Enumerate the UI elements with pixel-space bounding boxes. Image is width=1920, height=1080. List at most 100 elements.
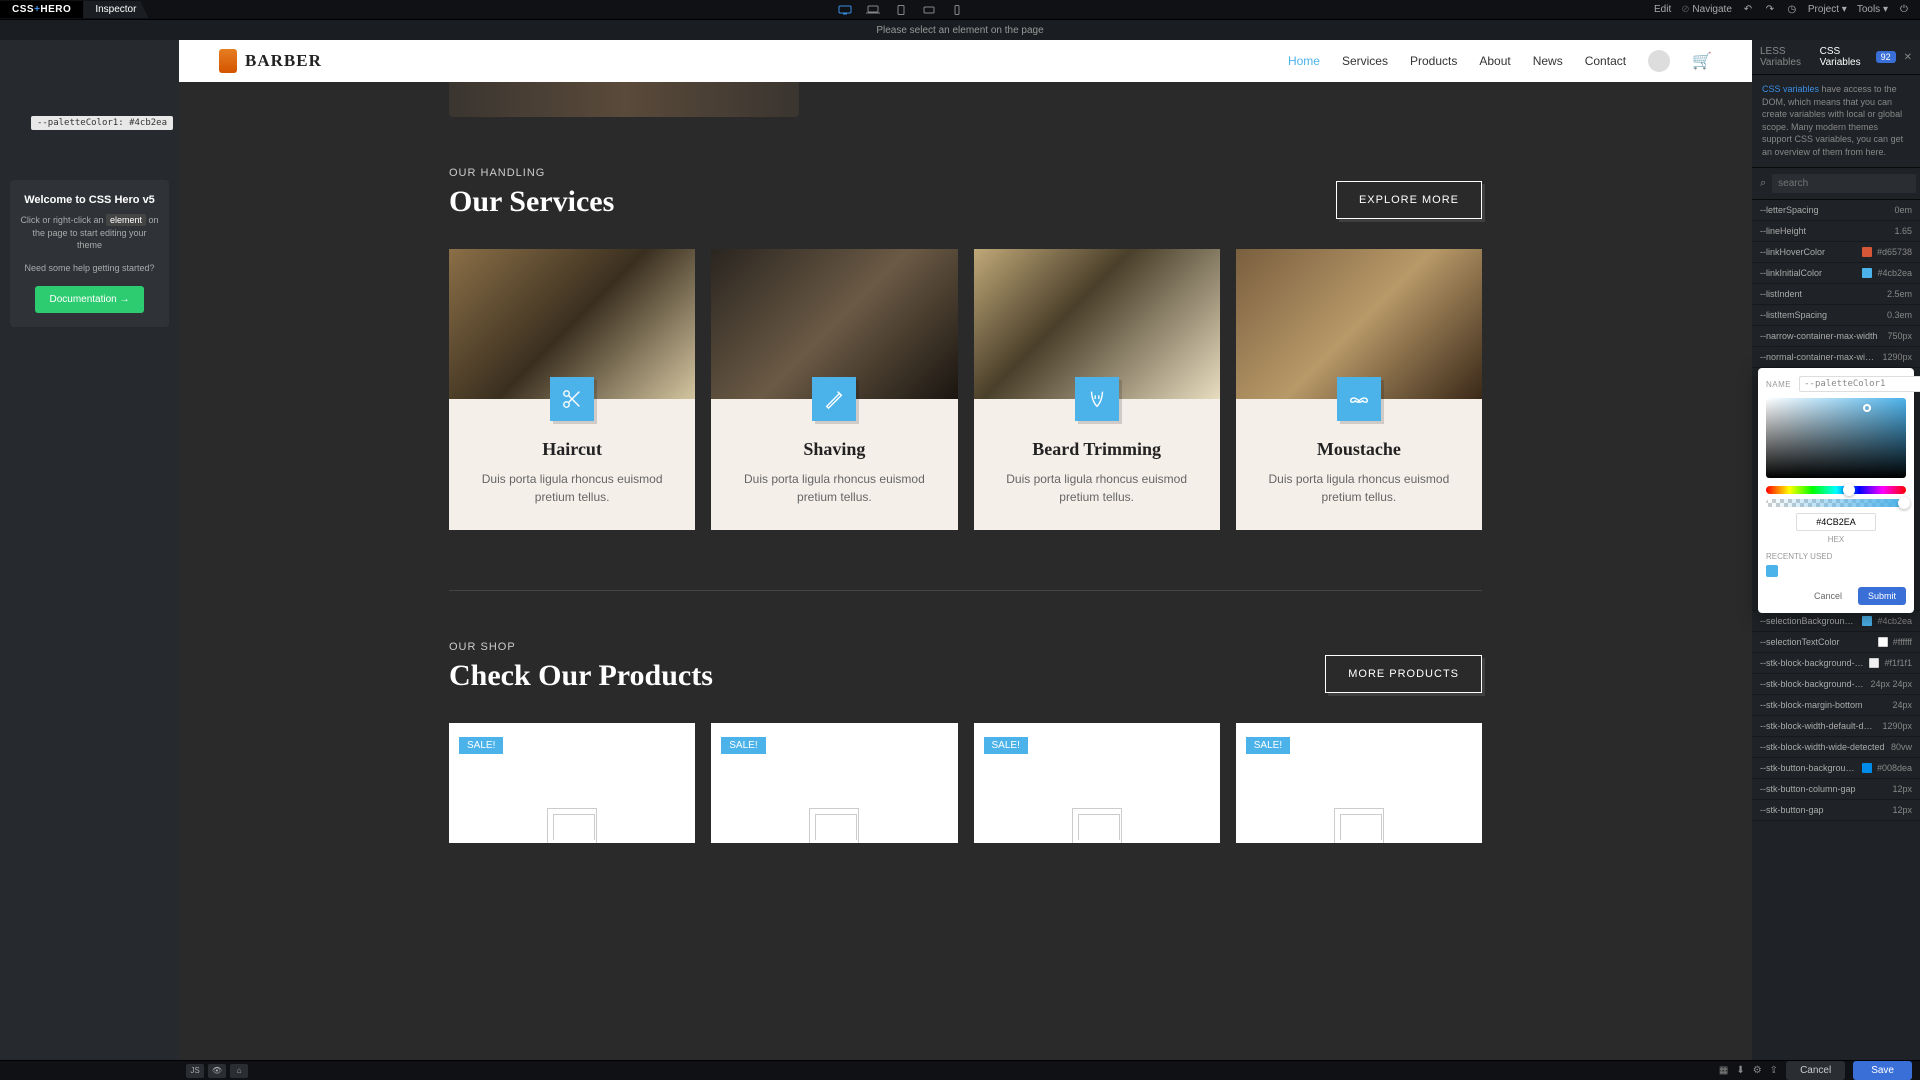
service-card[interactable]: ShavingDuis porta ligula rhoncus euismod…: [711, 249, 957, 530]
service-title: Beard Trimming: [990, 439, 1204, 460]
cancel-button[interactable]: Cancel: [1786, 1061, 1845, 1080]
variables-list[interactable]: --letterSpacing0em --lineHeight1.65 --li…: [1752, 200, 1920, 1060]
js-button[interactable]: JS: [186, 1064, 204, 1078]
services-title: Our Services: [449, 185, 614, 219]
save-button[interactable]: Save: [1853, 1061, 1912, 1080]
welcome-card: Welcome to CSS Hero v5 Click or right-cl…: [10, 180, 169, 327]
variable-row[interactable]: --listItemSpacing0.3em: [1752, 305, 1920, 326]
explore-more-button[interactable]: EXPLORE MORE: [1336, 181, 1482, 219]
placeholder-icon: [1334, 808, 1384, 843]
site-header: BARBER Home Services Products About News…: [179, 40, 1752, 82]
variable-row[interactable]: --letterSpacing0em: [1752, 200, 1920, 221]
device-desktop-icon[interactable]: [837, 4, 853, 16]
color-swatch: [1862, 268, 1872, 278]
hue-handle[interactable]: [1843, 484, 1855, 496]
app-logo[interactable]: CSS+HERO: [0, 1, 83, 18]
product-card[interactable]: SALE!: [974, 723, 1220, 843]
tab-less-variables[interactable]: LESS Variables: [1760, 46, 1812, 68]
variable-row[interactable]: --lineHeight1.65: [1752, 221, 1920, 242]
home-icon[interactable]: ⌂: [230, 1064, 248, 1078]
variable-row[interactable]: --linkHoverColor#d65738: [1752, 242, 1920, 263]
layout-icon[interactable]: ▦: [1719, 1065, 1728, 1076]
device-tablet-icon[interactable]: [893, 4, 909, 16]
picker-name-input[interactable]: [1799, 376, 1920, 392]
products-label: OUR SHOP: [449, 641, 713, 653]
variable-row[interactable]: --stk-block-margin-bottom24px: [1752, 695, 1920, 716]
cart-icon[interactable]: 🛒: [1692, 51, 1712, 71]
nav-news[interactable]: News: [1533, 54, 1563, 68]
device-phone-icon[interactable]: [949, 4, 965, 16]
share-icon[interactable]: ⇪: [1770, 1065, 1778, 1076]
undo-icon[interactable]: ↶: [1742, 4, 1754, 16]
variable-row[interactable]: --narrow-container-max-width750px: [1752, 326, 1920, 347]
products-section: OUR SHOP Check Our Products MORE PRODUCT…: [179, 621, 1752, 873]
redo-icon[interactable]: ↷: [1764, 4, 1776, 16]
variable-row[interactable]: --selectionBackgroundColor#4cb2ea: [1752, 611, 1920, 632]
nav-products[interactable]: Products: [1410, 54, 1457, 68]
variable-row[interactable]: --stk-button-gap12px: [1752, 800, 1920, 821]
variable-row[interactable]: --stk-button-background-colo#008dea: [1752, 758, 1920, 779]
menu-project[interactable]: Project ▾: [1808, 4, 1847, 15]
saturation-cursor[interactable]: [1863, 404, 1871, 412]
search-input[interactable]: [1772, 174, 1916, 193]
tab-inspector[interactable]: Inspector: [83, 1, 148, 18]
device-tablet-landscape-icon[interactable]: [921, 4, 937, 16]
recent-swatch[interactable]: [1766, 565, 1778, 577]
service-title: Haircut: [465, 439, 679, 460]
tab-css-variables[interactable]: CSS Variables: [1820, 46, 1868, 68]
picker-submit-button[interactable]: Submit: [1858, 587, 1906, 605]
service-image: [974, 249, 1220, 399]
nav-contact[interactable]: Contact: [1585, 54, 1626, 68]
left-sidebar: --paletteColor1: #4cb2ea Welcome to CSS …: [0, 40, 179, 1060]
mode-navigate[interactable]: ⊘ Navigate: [1681, 4, 1732, 15]
product-card[interactable]: SALE!: [711, 723, 957, 843]
menu-tools[interactable]: Tools ▾: [1857, 4, 1888, 15]
panel-description: CSS variables have access to the DOM, wh…: [1752, 75, 1920, 168]
documentation-button[interactable]: Documentation →: [35, 286, 143, 313]
preview-canvas[interactable]: BARBER Home Services Products About News…: [179, 40, 1752, 1060]
instruction-bar: Please select an element on the page: [0, 20, 1920, 40]
nav-home[interactable]: Home: [1288, 54, 1320, 68]
variable-row[interactable]: --stk-block-width-default-detect1290px: [1752, 716, 1920, 737]
variable-row[interactable]: --stk-block-background-color#f1f1f1: [1752, 653, 1920, 674]
site-logo[interactable]: BARBER: [219, 49, 322, 73]
hue-slider[interactable]: [1766, 486, 1906, 494]
search-icon: ⌕: [1760, 177, 1766, 190]
saturation-field[interactable]: [1766, 398, 1906, 478]
product-card[interactable]: SALE!: [1236, 723, 1482, 843]
hex-input[interactable]: [1796, 513, 1876, 531]
sale-badge: SALE!: [459, 737, 503, 754]
variable-row[interactable]: --selectionTextColor#ffffff: [1752, 632, 1920, 653]
variables-count-badge: 92: [1876, 51, 1896, 63]
product-card[interactable]: SALE!: [449, 723, 695, 843]
service-card[interactable]: Beard TrimmingDuis porta ligula rhoncus …: [974, 249, 1220, 530]
variable-row[interactable]: --linkInitialColor#4cb2ea: [1752, 263, 1920, 284]
sale-badge: SALE!: [984, 737, 1028, 754]
service-image: [711, 249, 957, 399]
picker-cancel-button[interactable]: Cancel: [1804, 587, 1852, 605]
alpha-slider[interactable]: [1766, 499, 1906, 507]
device-laptop-icon[interactable]: [865, 4, 881, 16]
history-icon[interactable]: ◷: [1786, 4, 1798, 16]
service-card[interactable]: MoustacheDuis porta ligula rhoncus euism…: [1236, 249, 1482, 530]
service-desc: Duis porta ligula rhoncus euismod pretiu…: [465, 470, 679, 506]
variable-row[interactable]: --stk-block-width-wide-detected80vw: [1752, 737, 1920, 758]
close-panel-icon[interactable]: ✕: [1904, 52, 1912, 63]
nav-about[interactable]: About: [1479, 54, 1510, 68]
service-card[interactable]: Haircut Duis porta ligula rhoncus euismod…: [449, 249, 695, 530]
variable-row[interactable]: --stk-block-background-paddin24px 24px: [1752, 674, 1920, 695]
nav-services[interactable]: Services: [1342, 54, 1388, 68]
download-icon[interactable]: ⬇: [1736, 1065, 1744, 1076]
bottom-toolbar: JS 👁 ⌂ ▦ ⬇ ⚙ ⇪ Cancel Save: [0, 1060, 1920, 1080]
eye-icon[interactable]: 👁: [208, 1064, 226, 1078]
gear-icon[interactable]: ⚙: [1753, 1065, 1762, 1076]
css-variables-link[interactable]: CSS variables: [1762, 84, 1819, 94]
variable-row[interactable]: --listIndent2.5em: [1752, 284, 1920, 305]
variable-row[interactable]: --stk-button-column-gap12px: [1752, 779, 1920, 800]
more-products-button[interactable]: MORE PRODUCTS: [1325, 655, 1482, 693]
power-icon[interactable]: ⏻: [1898, 4, 1910, 16]
alpha-handle[interactable]: [1898, 497, 1910, 509]
variable-row[interactable]: --normal-container-max-width1290px: [1752, 347, 1920, 368]
mode-edit[interactable]: Edit: [1654, 4, 1671, 15]
avatar-icon[interactable]: [1648, 50, 1670, 72]
